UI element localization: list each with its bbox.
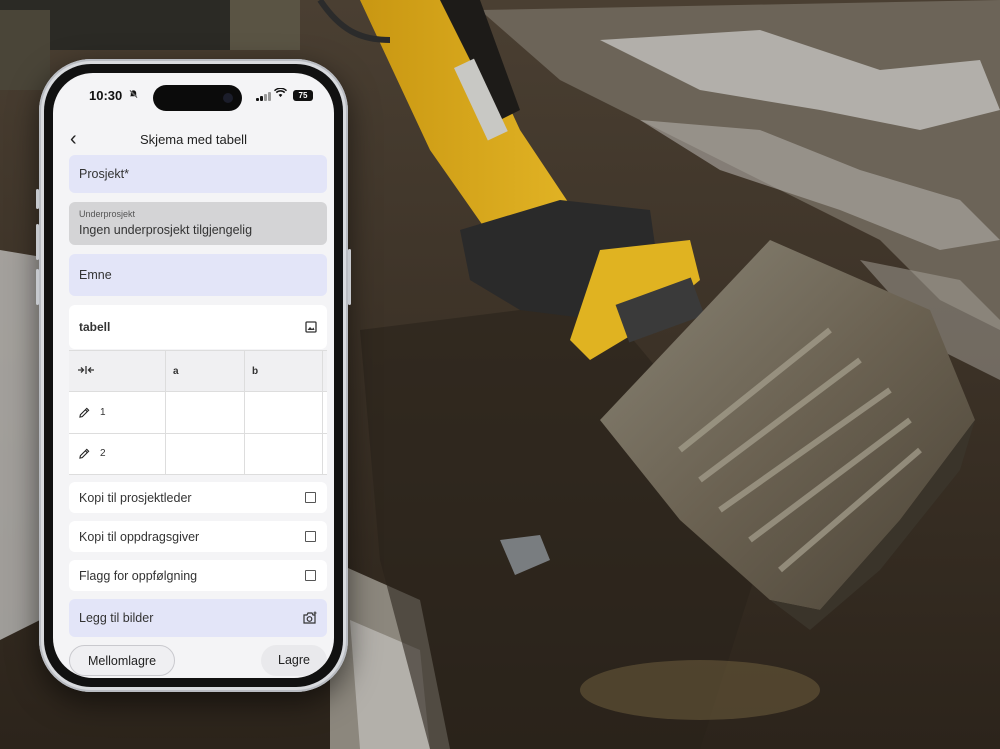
camera-add-icon <box>302 611 318 628</box>
row-label: 2 <box>100 448 106 459</box>
save-button[interactable]: Lagre <box>261 645 327 676</box>
wifi-icon <box>273 87 288 101</box>
prosjekt-label: Prosjekt* <box>79 167 130 181</box>
table-row: 1 <box>69 392 327 434</box>
column-header-b: b <box>252 366 259 377</box>
action-button <box>36 189 39 209</box>
volume-up-button <box>36 224 39 260</box>
underprosjekt-field: Underprosjekt Ingen underprosjekt tilgje… <box>69 202 327 245</box>
emne-label: Emne <box>79 268 112 282</box>
cellular-signal-icon <box>256 91 271 101</box>
column-header-a: a <box>173 366 179 377</box>
draft-button[interactable]: Mellomlagre <box>69 645 175 676</box>
nav-header: ‹ Skjema med tabell <box>53 129 334 153</box>
checkbox-label: Flagg for oppfølgning <box>79 569 198 583</box>
table-section-header: tabell <box>69 305 327 349</box>
checkbox-flagg[interactable] <box>305 570 316 581</box>
table-corner-cell <box>69 351 166 391</box>
volume-down-button <box>36 269 39 305</box>
dynamic-island <box>153 85 242 111</box>
checkbox-row-prosjektleder[interactable]: Kopi til prosjektleder <box>69 482 327 513</box>
phone-bezel: 10:30 75 ‹ Skjema med tabell Prosjekt* U… <box>44 64 343 687</box>
power-button <box>348 249 351 305</box>
page-title: Skjema med tabell <box>140 132 247 147</box>
table-title: tabell <box>79 320 111 334</box>
status-bar: 10:30 75 <box>53 73 334 113</box>
collapse-columns-icon[interactable] <box>78 365 94 378</box>
row-label: 1 <box>100 407 106 418</box>
row-label-cell: 1 <box>69 392 166 433</box>
table-scroll-edge <box>323 351 327 391</box>
table-cell[interactable] <box>245 434 323 474</box>
checkbox-label: Kopi til prosjektleder <box>79 491 192 505</box>
image-icon[interactable] <box>305 320 317 338</box>
checkbox-row-oppdragsgiver[interactable]: Kopi til oppdragsgiver <box>69 521 327 552</box>
table-cell[interactable] <box>166 434 245 474</box>
table-header-row: a b <box>69 351 327 392</box>
front-camera <box>223 93 233 103</box>
status-time: 10:30 <box>89 88 123 103</box>
add-images-label: Legg til bilder <box>79 611 154 625</box>
add-images-button[interactable]: Legg til bilder <box>69 599 327 637</box>
pencil-icon[interactable] <box>79 448 90 462</box>
table-cell[interactable] <box>245 392 323 433</box>
checkbox-prosjektleder[interactable] <box>305 492 316 503</box>
table-row: 2 <box>69 434 327 475</box>
emne-field[interactable]: Emne <box>69 254 327 296</box>
prosjekt-field[interactable]: Prosjekt* <box>69 155 327 193</box>
table-column-header: b <box>245 351 323 391</box>
table-cell[interactable] <box>166 392 245 433</box>
row-label-cell: 2 <box>69 434 166 474</box>
phone-mockup: 10:30 75 ‹ Skjema med tabell Prosjekt* U… <box>36 59 351 692</box>
table-column-header: a <box>166 351 245 391</box>
phone-screen: 10:30 75 ‹ Skjema med tabell Prosjekt* U… <box>53 73 334 678</box>
checkbox-oppdragsgiver[interactable] <box>305 531 316 542</box>
table-scroll-edge <box>323 434 327 474</box>
table-scroll-edge <box>323 392 327 433</box>
checkbox-row-flagg[interactable]: Flagg for oppfølgning <box>69 560 327 591</box>
data-table: a b 1 2 <box>69 350 327 475</box>
bell-slash-icon <box>129 89 138 101</box>
underprosjekt-label: Underprosjekt <box>79 209 136 219</box>
battery-indicator: 75 <box>293 90 313 101</box>
checkbox-label: Kopi til oppdragsgiver <box>79 530 200 544</box>
underprosjekt-value: Ingen underprosjekt tilgjengelig <box>79 223 253 237</box>
pencil-icon[interactable] <box>79 407 90 421</box>
